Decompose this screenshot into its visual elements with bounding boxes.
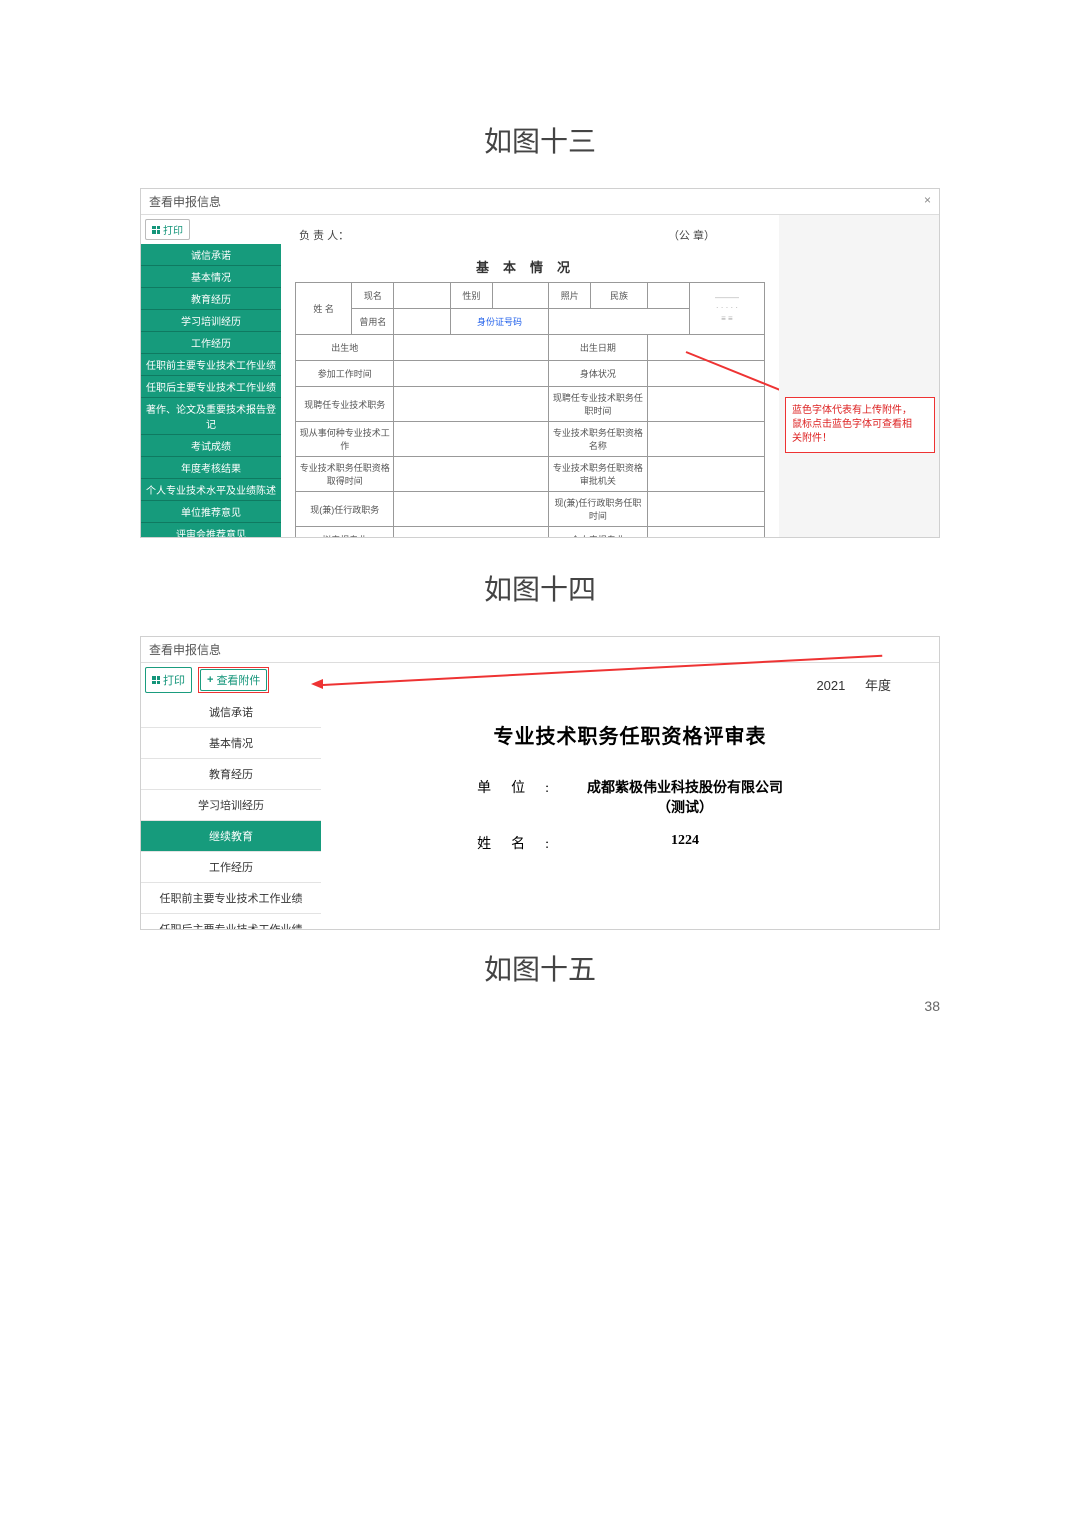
grid-icon: [152, 226, 160, 234]
cell-value: [647, 361, 764, 387]
cell-curwork: 现从事何种专业技术工作: [296, 422, 394, 457]
cell-once-name: 曾用名: [352, 309, 394, 335]
print-button[interactable]: 打印: [145, 667, 192, 693]
page-number: 38: [924, 998, 940, 1014]
nav-item[interactable]: 诚信承诺: [141, 244, 281, 266]
grid-icon: [152, 676, 160, 684]
section-title: 基本情况: [295, 257, 765, 276]
year-suffix: 年度: [865, 678, 891, 693]
nav-item[interactable]: 工作经历: [141, 332, 281, 354]
sidebar: 打印 诚信承诺 基本情况 教育经历 学习培训经历 工作经历 任职前主要专业技术工…: [141, 215, 281, 538]
nav-item[interactable]: 任职后主要专业技术工作业绩: [141, 914, 321, 930]
cell-value: [394, 457, 549, 492]
cell-qualname: 专业技术职务任职资格名称: [549, 422, 647, 457]
nav-item[interactable]: 评审会推荐意见: [141, 523, 281, 538]
nav-item[interactable]: 任职前主要专业技术工作业绩: [141, 883, 321, 914]
cell-name: 姓 名: [296, 283, 352, 335]
nav-item[interactable]: 基本情况: [141, 266, 281, 288]
cell-value: [549, 309, 690, 335]
cell-value: [394, 527, 549, 539]
photo-cell: ———· · · · ·≡ ≡: [689, 283, 764, 335]
view-attachments-button[interactable]: + 查看附件: [200, 669, 267, 691]
nav-item[interactable]: 学习培训经历: [141, 310, 281, 332]
figure-13: 查看申报信息 × 打印 诚信承诺 基本情况 教育经历 学习培训经历 工作经历 任…: [140, 188, 940, 538]
nav-item[interactable]: 工作经历: [141, 852, 321, 883]
cell-value: [394, 387, 549, 422]
cell-value: [394, 492, 549, 527]
cell-sex: 性别: [450, 283, 492, 309]
cell-adminpost: 现(兼)任行政职务: [296, 492, 394, 527]
nav-item[interactable]: 学习培训经历: [141, 790, 321, 821]
basic-info-table: 姓 名 现名 性别 照片 民族 ———· · · · ·≡ ≡ 曾用名: [295, 282, 765, 538]
main-panel: 2021 年度 专业技术职务任职资格评审表 单位: 成都紫极伟业科技股份有限公司…: [321, 663, 939, 930]
main-panel: 负 责 人： （公 章） 基本情况 姓 名 现名 性别: [281, 215, 779, 538]
cell-curposttime: 现聘任专业技术职务任职时间: [549, 387, 647, 422]
nav-item[interactable]: 任职后主要专业技术工作业绩: [141, 376, 281, 398]
cell-worktime: 参加工作时间: [296, 361, 394, 387]
caption-fig15: 如图十五: [140, 948, 940, 988]
cell-value: [394, 309, 450, 335]
nav-item[interactable]: 个人专业技术水平及业绩陈述: [141, 479, 281, 501]
cell-value: [647, 492, 764, 527]
nav-item[interactable]: 著作、论文及重要技术报告登记: [141, 398, 281, 435]
cell-birth: 出生日期: [549, 335, 647, 361]
cell-value: [647, 527, 764, 539]
cell-label: 照片: [549, 283, 591, 309]
nav-item[interactable]: 教育经历: [141, 759, 321, 790]
annotation-arrow-head: [311, 679, 323, 689]
nav-item[interactable]: 诚信承诺: [141, 697, 321, 728]
cell-value: [394, 361, 549, 387]
toolbar: 打印 + 查看附件: [141, 663, 321, 697]
modal-titlebar: 查看申报信息 ×: [141, 189, 939, 215]
modal-title: 查看申报信息: [149, 193, 221, 210]
cell-value: [394, 422, 549, 457]
nav-item[interactable]: 任职前主要专业技术工作业绩: [141, 354, 281, 376]
leader-label: 负 责 人：: [299, 227, 349, 243]
nav-item[interactable]: 教育经历: [141, 288, 281, 310]
close-icon[interactable]: ×: [924, 193, 931, 210]
right-panel: 蓝色字体代表有上传附件， 鼠标点击蓝色字体可查看相 关附件！: [779, 215, 939, 538]
cell-id-attach[interactable]: 身份证号码: [450, 309, 548, 335]
cell-prop-a: 拟申报专业: [296, 527, 394, 539]
annotation-note: 蓝色字体代表有上传附件， 鼠标点击蓝色字体可查看相 关附件！: [785, 397, 935, 453]
cell-label: 现名: [352, 283, 394, 309]
cell-value: [647, 457, 764, 492]
document-title: 专业技术职务任职资格评审表: [351, 720, 909, 749]
cell-curpost: 现聘任专业技术职务: [296, 387, 394, 422]
cell-nation: 民族: [591, 283, 647, 309]
cell-value: [492, 283, 548, 309]
cell-prop-b: 个人申报专业: [549, 527, 647, 539]
cell-birthplace: 出生地: [296, 335, 394, 361]
nav-item[interactable]: 单位推荐意见: [141, 501, 281, 523]
figure-14: 查看申报信息 打印 + 查看附件 诚信承诺 基本情况: [140, 636, 940, 930]
nav-item[interactable]: 考试成绩: [141, 435, 281, 457]
year-value: 2021: [816, 678, 845, 693]
caption-fig13: 如图十三: [140, 120, 940, 160]
name-label: 姓名:: [465, 833, 575, 853]
print-button[interactable]: 打印: [145, 219, 190, 240]
unit-value: 成都紫极伟业科技股份有限公司（测试）: [575, 777, 795, 817]
nav-item-active[interactable]: 继续教育: [141, 821, 321, 852]
nav-item[interactable]: 基本情况: [141, 728, 321, 759]
nav-item[interactable]: 年度考核结果: [141, 457, 281, 479]
cell-qualorg: 专业技术职务任职资格审批机关: [549, 457, 647, 492]
cell-value: [394, 283, 450, 309]
plus-icon: +: [207, 674, 213, 686]
cell-value: [647, 387, 764, 422]
seal-label: （公 章）: [668, 227, 715, 243]
cell-value: [647, 335, 764, 361]
sidebar: 打印 + 查看附件 诚信承诺 基本情况 教育经历 学习培训经历 继续教育 工作经…: [141, 663, 321, 930]
cell-health: 身体状况: [549, 361, 647, 387]
cell-qualtime: 专业技术职务任职资格取得时间: [296, 457, 394, 492]
cell-value: [394, 335, 549, 361]
caption-fig14: 如图十四: [140, 568, 940, 608]
name-value: 1224: [575, 833, 795, 853]
cell-value: [647, 283, 689, 309]
highlight-box: + 查看附件: [198, 667, 269, 693]
cell-value: [647, 422, 764, 457]
unit-label: 单位:: [465, 777, 575, 817]
cell-admintime: 现(兼)任行政职务任职时间: [549, 492, 647, 527]
